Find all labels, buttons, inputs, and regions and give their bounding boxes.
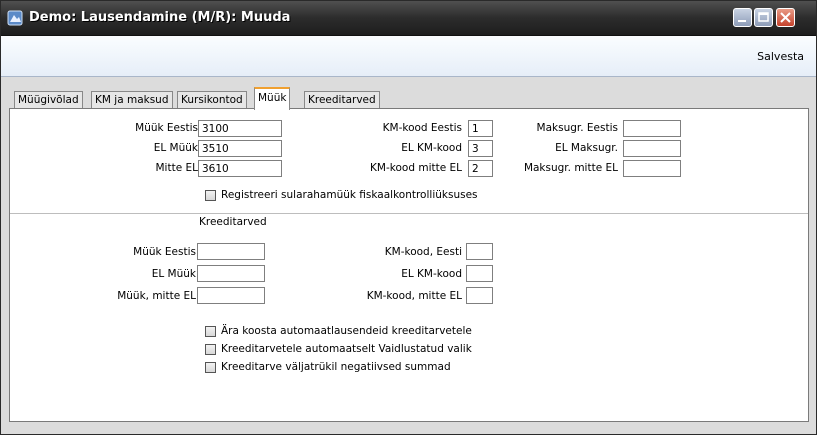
muuk-eestis-label: Müük Eestis xyxy=(135,122,198,134)
tab-kursikontod[interactable]: Kursikontod xyxy=(177,91,247,108)
maximize-icon xyxy=(758,12,769,22)
el-maksugr-label: EL Maksugr. xyxy=(555,142,618,154)
toolbar: Salvesta xyxy=(1,36,816,77)
app-window: Demo: Lausendamine (M/R): Muuda Salvesta… xyxy=(0,0,817,435)
muuk-eestis-field[interactable]: 3100 xyxy=(198,120,282,137)
maksugr-mitte-el-field[interactable] xyxy=(623,160,681,177)
km-kood-mitte-el-field[interactable]: 2 xyxy=(468,160,493,177)
maksugr-eestis-field[interactable] xyxy=(623,120,681,137)
credit-km-kood-mitte-el-field[interactable] xyxy=(466,287,493,304)
km-kood-eestis-label: KM-kood Eestis xyxy=(382,122,462,134)
no-auto-transactions-label: Ära koosta automaatlausendeid kreeditarv… xyxy=(221,325,472,337)
fiscal-registration-checkbox[interactable] xyxy=(205,190,216,201)
el-muuk-field[interactable]: 3510 xyxy=(198,140,282,157)
maximize-button[interactable] xyxy=(754,8,773,27)
km-kood-eestis-field[interactable]: 1 xyxy=(468,120,493,137)
credit-el-muuk-label: EL Müük xyxy=(151,268,196,280)
credit-muuk-mitte-el-label: Müük, mitte EL xyxy=(117,290,196,302)
el-km-kood-field[interactable]: 3 xyxy=(468,140,493,157)
window-title: Demo: Lausendamine (M/R): Muuda xyxy=(29,10,291,25)
section-divider xyxy=(10,213,808,214)
credit-notes-section-title: Kreeditarved xyxy=(199,216,267,228)
credit-km-kood-eesti-label: KM-kood, Eesti xyxy=(384,246,462,258)
el-muuk-label: EL Müük xyxy=(153,142,198,154)
credit-muuk-mitte-el-field[interactable] xyxy=(197,287,265,304)
tab-kreeditarved[interactable]: Kreeditarved xyxy=(304,91,380,108)
credit-muuk-eestis-field[interactable] xyxy=(197,243,265,260)
credit-el-km-kood-field[interactable] xyxy=(466,265,493,282)
auto-disputed-checkbox[interactable] xyxy=(205,344,216,355)
el-km-kood-label: EL KM-kood xyxy=(401,142,462,154)
mitte-el-label: Mitte EL xyxy=(155,162,199,174)
app-icon xyxy=(7,10,23,26)
maksugr-eestis-label: Maksugr. Eestis xyxy=(536,122,618,134)
minimize-button[interactable] xyxy=(733,8,752,27)
title-bar: Demo: Lausendamine (M/R): Muuda xyxy=(1,1,816,36)
fiscal-registration-label: Registreeri sularahamüük fiskaalkontroll… xyxy=(221,189,478,201)
no-auto-transactions-checkbox[interactable] xyxy=(205,326,216,337)
save-button[interactable]: Salvesta xyxy=(757,50,804,63)
auto-disputed-label: Kreeditarvetele automaatselt Vaidlustatu… xyxy=(221,343,472,355)
close-button[interactable] xyxy=(776,8,795,27)
close-icon xyxy=(780,12,791,23)
credit-el-km-kood-label: EL KM-kood xyxy=(401,268,462,280)
el-maksugr-field[interactable] xyxy=(623,140,681,157)
tab-muugivolad[interactable]: Müügivõlad xyxy=(14,91,83,108)
tab-muuk[interactable]: Müük xyxy=(254,87,291,110)
negative-amounts-label: Kreeditarve väljatrükil negatiivsed summ… xyxy=(221,361,451,373)
km-kood-mitte-el-label: KM-kood mitte EL xyxy=(370,162,462,174)
credit-km-kood-mitte-el-label: KM-kood, mitte EL xyxy=(366,290,462,302)
negative-amounts-checkbox[interactable] xyxy=(205,362,216,373)
mitte-el-field[interactable]: 3610 xyxy=(198,160,282,177)
tab-panel-muuk: Müük Eestis 3100 EL Müük 3510 Mitte EL 3… xyxy=(9,108,809,422)
credit-muuk-eestis-label: Müük Eestis xyxy=(133,246,196,258)
minimize-icon xyxy=(738,20,746,22)
tab-km-ja-maksud[interactable]: KM ja maksud xyxy=(91,91,173,108)
credit-el-muuk-field[interactable] xyxy=(197,265,265,282)
maksugr-mitte-el-label: Maksugr. mitte EL xyxy=(523,162,618,174)
credit-km-kood-eesti-field[interactable] xyxy=(466,243,493,260)
